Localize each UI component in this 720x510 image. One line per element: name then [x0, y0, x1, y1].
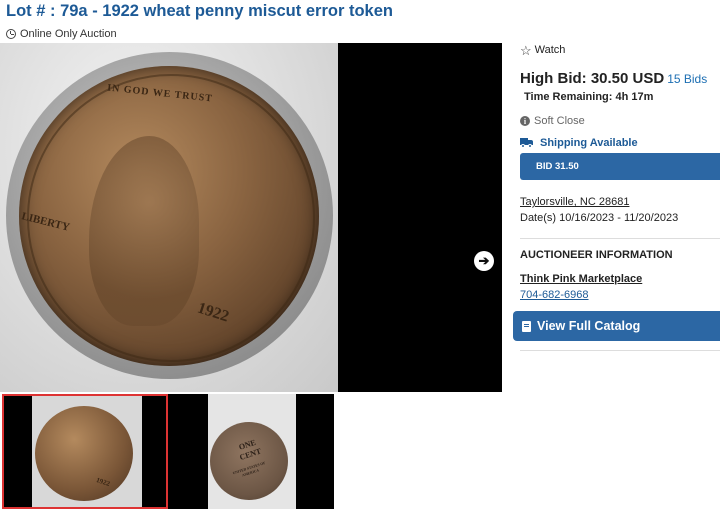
watch-button[interactable]: ☆ Watch	[520, 42, 566, 58]
auctioneer-name-link[interactable]: Think Pink Marketplace	[520, 273, 642, 285]
auction-dates: Date(s) 10/16/2023 - 11/20/2023	[520, 212, 679, 224]
star-icon: ☆	[520, 42, 532, 58]
thumb-penny-reverse: ONE CENT UNITED STATES OF AMERICA	[210, 422, 288, 500]
bids-count-link[interactable]: 15 Bids	[667, 72, 707, 86]
watch-label: Watch	[534, 44, 566, 56]
view-catalog-button[interactable]: View Full Catalog	[513, 311, 720, 341]
info-icon[interactable]: i	[520, 116, 530, 126]
thumbnail-reverse[interactable]: ONE CENT UNITED STATES OF AMERICA	[168, 394, 334, 509]
divider	[520, 350, 720, 351]
thumb-penny-obverse: 1922	[35, 406, 133, 501]
auction-type: Online Only Auction	[6, 28, 117, 40]
coin-holder-ring: IN GOD WE TRUST LIBERTY 1922	[6, 52, 333, 379]
phone-link[interactable]: 704-682-6968	[520, 289, 589, 301]
location-link[interactable]: Taylorsville, NC 28681	[520, 196, 629, 208]
thumbnail-obverse[interactable]: 1922	[2, 394, 168, 509]
auction-type-label: Online Only Auction	[20, 28, 117, 40]
shipping-available: Shipping Available	[520, 137, 638, 149]
penny-obverse: IN GOD WE TRUST LIBERTY 1922	[19, 66, 319, 366]
bid-button[interactable]: BID 31.50	[520, 153, 720, 180]
next-image-icon[interactable]: ➔	[474, 251, 494, 271]
high-bid-label: High Bid: 30.50 USD	[520, 70, 665, 87]
shipping-label: Shipping Available	[540, 137, 638, 149]
truck-icon	[520, 138, 534, 148]
auctioneer-heading: AUCTIONEER INFORMATION	[520, 249, 673, 261]
coin-photo: IN GOD WE TRUST LIBERTY 1922	[0, 43, 338, 392]
book-icon	[522, 320, 531, 332]
high-bid: High Bid: 30.50 USD 15 Bids	[520, 70, 707, 87]
time-remaining: Time Remaining: 4h 17m	[524, 91, 654, 103]
soft-close: i Soft Close	[520, 115, 585, 127]
divider	[520, 238, 720, 239]
lot-title: Lot # : 79a - 1922 wheat penny miscut er…	[6, 2, 393, 20]
main-lot-image[interactable]: IN GOD WE TRUST LIBERTY 1922 ➔	[0, 43, 502, 392]
clock-icon	[6, 29, 16, 39]
view-catalog-label: View Full Catalog	[537, 319, 641, 333]
thumb-coin-year: 1922	[95, 476, 111, 488]
soft-close-label: Soft Close	[534, 115, 585, 127]
